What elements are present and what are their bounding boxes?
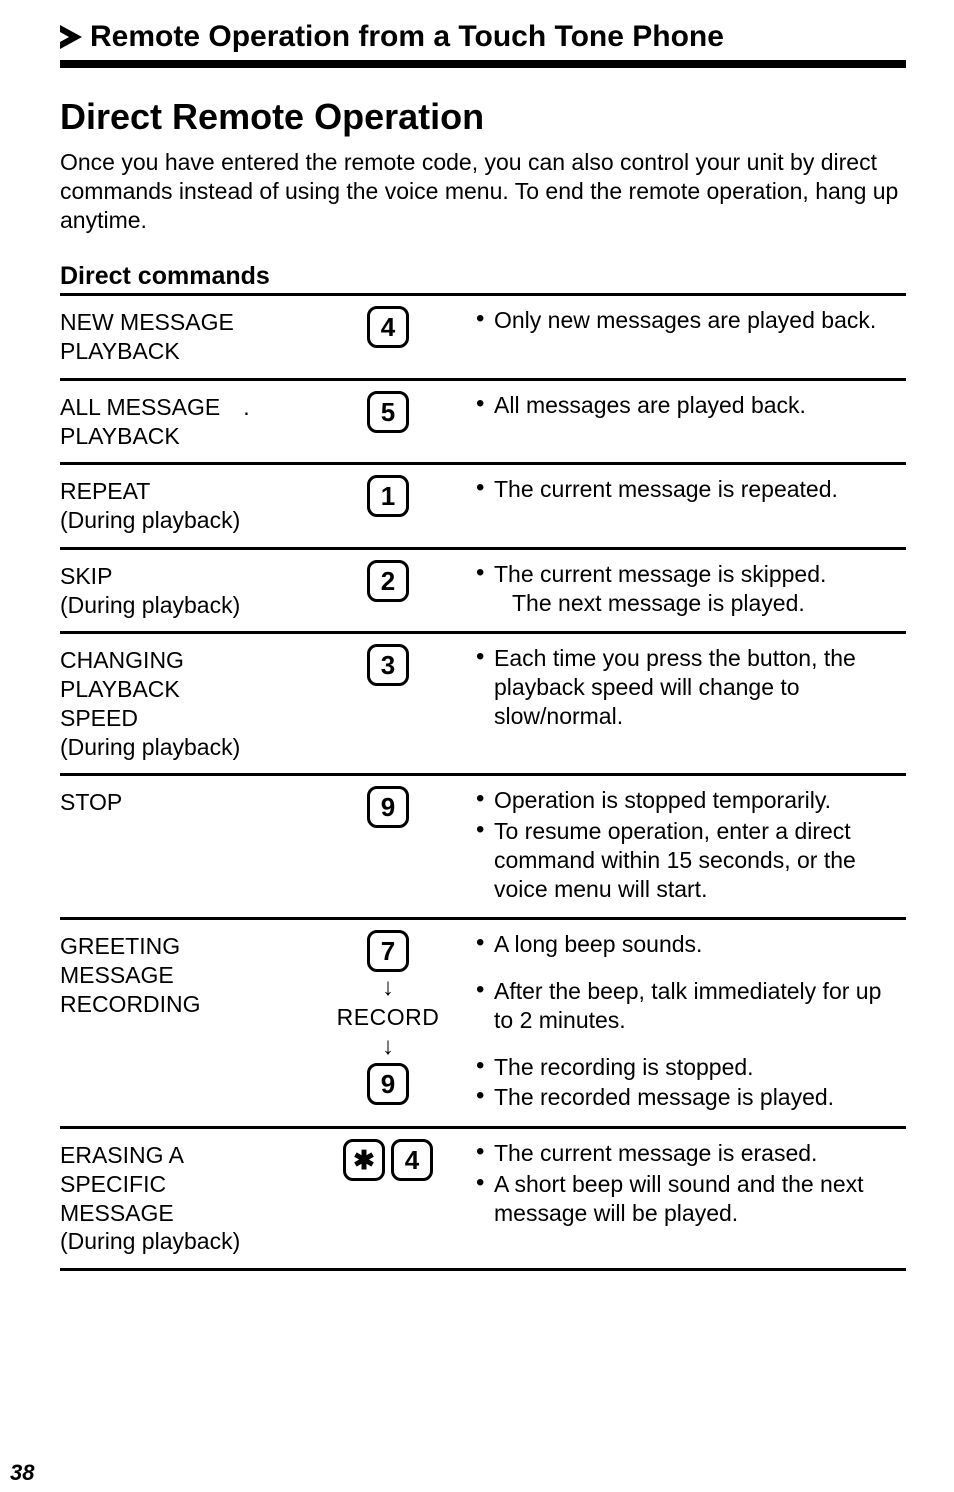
- bullet-item: After the beep, talk immediately for up …: [476, 977, 906, 1035]
- command-name-line: (During playback): [60, 1228, 240, 1254]
- command-name-line: SPECIFIC: [60, 1171, 166, 1197]
- command-description: All messages are played back.: [476, 391, 906, 422]
- command-row: STOP 9 Operation is stopped temporarily.…: [60, 773, 906, 917]
- down-arrow-icon: ↓: [382, 1035, 394, 1059]
- command-keys: 4: [308, 306, 468, 348]
- bullet-sub: The next message is played.: [494, 589, 906, 618]
- bullet-item: Only new messages are played back.: [476, 306, 906, 335]
- bullet-item: A short beep will sound and the next mes…: [476, 1170, 906, 1228]
- key-3-icon: 3: [367, 644, 409, 686]
- pointer-right-icon: [60, 25, 82, 49]
- command-name: CHANGING PLAYBACK SPEED (During playback…: [60, 644, 300, 761]
- command-row: CHANGING PLAYBACK SPEED (During playback…: [60, 631, 906, 773]
- command-row: SKIP (During playback) 2 The current mes…: [60, 547, 906, 632]
- command-name: SKIP (During playback): [60, 560, 300, 620]
- bullet-item: The current message is skipped. The next…: [476, 560, 906, 618]
- key-4-icon: 4: [367, 306, 409, 348]
- bullet-item: The current message is repeated.: [476, 475, 906, 504]
- bullet-item: To resume operation, enter a direct comm…: [476, 817, 906, 903]
- bullet-item: Operation is stopped temporarily.: [476, 786, 906, 815]
- key-7-icon: 7: [367, 930, 409, 972]
- command-row: ERASING A SPECIFIC MESSAGE (During playb…: [60, 1126, 906, 1271]
- command-name-line: MESSAGE: [60, 962, 174, 988]
- command-name-line: RECORDING: [60, 991, 201, 1017]
- command-name-line: GREETING: [60, 933, 180, 959]
- thick-rule: [60, 60, 906, 68]
- page: Remote Operation from a Touch Tone Phone…: [0, 0, 954, 1492]
- command-keys: 5: [308, 391, 468, 433]
- record-step-label: RECORD: [337, 1004, 440, 1031]
- key-2-icon: 2: [367, 560, 409, 602]
- command-name-line: NEW MESSAGE: [60, 309, 234, 335]
- command-name-line: PLAYBACK: [60, 423, 180, 449]
- command-name: ALL MESSAGE . PLAYBACK: [60, 391, 300, 451]
- command-description: The current message is repeated.: [476, 475, 906, 506]
- bullet-item: The recording is stopped.: [476, 1053, 906, 1082]
- command-name: ERASING A SPECIFIC MESSAGE (During playb…: [60, 1139, 300, 1256]
- key-9-icon: 9: [367, 786, 409, 828]
- bullet-item: All messages are played back.: [476, 391, 906, 420]
- command-name-line: SPEED: [60, 705, 138, 731]
- command-name-line: (During playback): [60, 592, 240, 618]
- stray-dot: .: [239, 393, 253, 422]
- command-name-line: STOP: [60, 789, 122, 815]
- commands-table: NEW MESSAGE PLAYBACK 4 Only new messages…: [60, 293, 906, 1271]
- page-number: 38: [10, 1460, 34, 1486]
- command-name-line: (During playback): [60, 734, 240, 760]
- command-name-line: MESSAGE: [60, 1200, 174, 1226]
- command-name-line: (During playback): [60, 507, 240, 533]
- key-star-icon: ✱: [343, 1139, 385, 1181]
- section-header-text: Remote Operation from a Touch Tone Phone: [90, 20, 724, 54]
- command-description: The current message is skipped. The next…: [476, 560, 906, 620]
- command-keys: 1: [308, 475, 468, 517]
- command-row: ALL MESSAGE . PLAYBACK 5 All messages ar…: [60, 378, 906, 463]
- command-name: GREETING MESSAGE RECORDING: [60, 930, 300, 1018]
- command-description: The current message is erased. A short b…: [476, 1139, 906, 1229]
- direct-commands-heading: Direct commands: [60, 262, 906, 291]
- command-description: Only new messages are played back.: [476, 306, 906, 337]
- bullet-item: The current message is erased.: [476, 1139, 906, 1168]
- key-4-icon: 4: [391, 1139, 433, 1181]
- command-row: GREETING MESSAGE RECORDING 7 ↓ RECORD ↓ …: [60, 917, 906, 1126]
- intro-paragraph: Once you have entered the remote code, y…: [60, 148, 906, 234]
- command-name: NEW MESSAGE PLAYBACK: [60, 306, 300, 366]
- command-name-line: CHANGING: [60, 647, 184, 673]
- down-arrow-icon: ↓: [382, 976, 394, 1000]
- section-header: Remote Operation from a Touch Tone Phone: [60, 20, 906, 54]
- command-row: REPEAT (During playback) 1 The current m…: [60, 462, 906, 547]
- command-keys: ✱ 4: [308, 1139, 468, 1181]
- bullet-text: The current message is skipped.: [494, 561, 826, 587]
- command-keys: 9: [308, 786, 468, 828]
- command-name-line: SKIP: [60, 563, 112, 589]
- command-keys: 7 ↓ RECORD ↓ 9: [308, 930, 468, 1105]
- command-name: STOP: [60, 786, 300, 817]
- command-name-line: ERASING A: [60, 1142, 184, 1168]
- command-keys: 3: [308, 644, 468, 686]
- command-name: REPEAT (During playback): [60, 475, 300, 535]
- key-9-icon: 9: [367, 1063, 409, 1105]
- key-5-icon: 5: [367, 391, 409, 433]
- command-name-line: PLAYBACK: [60, 338, 180, 364]
- key-1-icon: 1: [367, 475, 409, 517]
- bullet-item: A long beep sounds.: [476, 930, 906, 959]
- command-row: NEW MESSAGE PLAYBACK 4 Only new messages…: [60, 293, 906, 378]
- bullet-item: The recorded message is played.: [476, 1083, 906, 1112]
- command-description: Each time you press the button, the play…: [476, 644, 906, 732]
- command-keys: 2: [308, 560, 468, 602]
- command-name-line: ALL MESSAGE: [60, 394, 220, 420]
- command-name-line: REPEAT: [60, 478, 150, 504]
- command-description: A long beep sounds. After the beep, talk…: [476, 930, 906, 1114]
- command-description: Operation is stopped temporarily. To res…: [476, 786, 906, 905]
- bullet-item: Each time you press the button, the play…: [476, 644, 906, 730]
- page-title: Direct Remote Operation: [60, 96, 906, 138]
- command-name-line: PLAYBACK: [60, 676, 180, 702]
